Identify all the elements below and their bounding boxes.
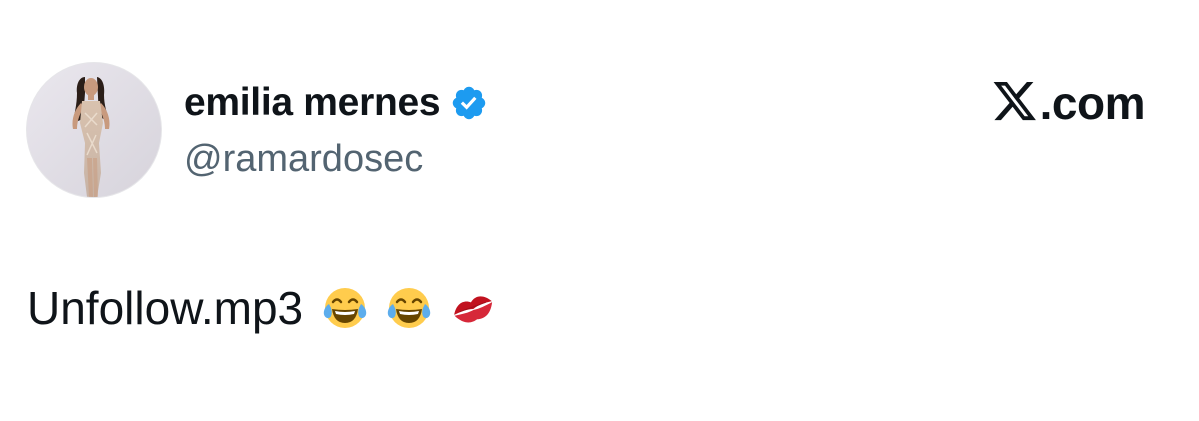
brand-logo: .com: [992, 77, 1146, 129]
user-handle[interactable]: @ramardosec: [184, 138, 423, 181]
kiss-mark-icon: [449, 284, 497, 332]
name-row: emilia mernes: [184, 79, 488, 127]
avatar[interactable]: [26, 62, 162, 198]
tweet-text: Unfollow.mp3: [27, 282, 304, 334]
verified-badge-icon: [450, 84, 488, 122]
face-with-tears-of-joy-icon: [321, 284, 369, 332]
brand-domain-text: .com: [1039, 77, 1146, 129]
avatar-photo: [27, 63, 161, 197]
face-with-tears-of-joy-icon: [385, 284, 433, 332]
x-logo-icon: [992, 82, 1038, 124]
tweet-card: emilia mernes @ramardosec .com Unfollow.…: [0, 0, 1199, 421]
tweet-body: Unfollow.mp3: [27, 278, 497, 338]
display-name[interactable]: emilia mernes: [184, 81, 441, 125]
